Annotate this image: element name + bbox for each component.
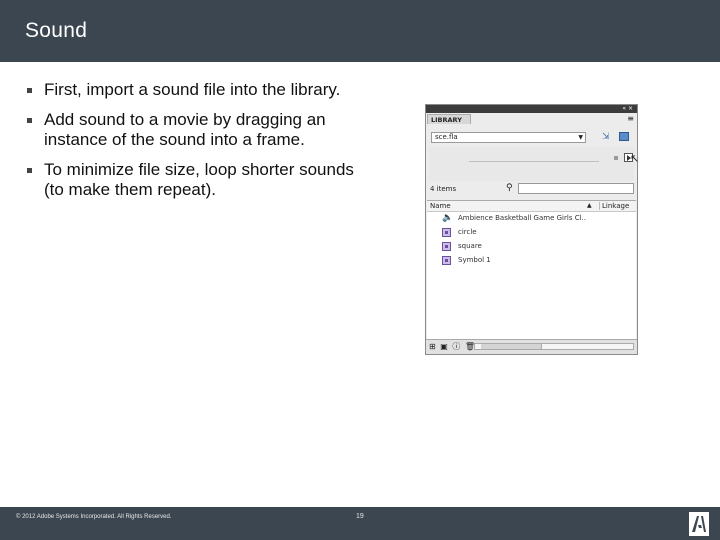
bullet-marker-icon: [27, 88, 32, 93]
document-select-value: sce.fla: [435, 133, 458, 141]
bullet-text: First, import a sound file into the libr…: [44, 80, 341, 99]
list-item[interactable]: circle: [427, 226, 636, 240]
search-input[interactable]: [518, 183, 634, 194]
bullet-list: First, import a sound file into the libr…: [24, 80, 364, 210]
new-library-panel-icon[interactable]: [619, 132, 629, 141]
horizontal-scrollbar[interactable]: [474, 343, 634, 350]
bullet-marker-icon: [27, 168, 32, 173]
preview-window: [429, 147, 634, 181]
bullet-text: To minimize file size, loop shorter soun…: [44, 160, 354, 199]
column-header-name[interactable]: Name: [430, 202, 451, 210]
toolbar-icons[interactable]: ⊞ ▣ ⓘ 🗑: [429, 342, 476, 351]
footer-bar: © 2012 Adobe Systems Incorporated. All R…: [0, 507, 720, 540]
copyright-text: © 2012 Adobe Systems Incorporated. All R…: [16, 514, 172, 520]
list-item-label: square: [458, 242, 482, 250]
slide-title: Sound: [25, 19, 88, 42]
movieclip-icon: [442, 228, 451, 237]
scrollbar-thumb[interactable]: [481, 344, 542, 349]
page-number: 19: [356, 513, 364, 520]
column-header-linkage[interactable]: Linkage: [599, 202, 629, 210]
title-bar: Sound: [0, 0, 720, 62]
list-item[interactable]: square: [427, 240, 636, 254]
panel-menu-icon[interactable]: ≡: [627, 115, 634, 123]
search-icon: ⚲: [506, 183, 513, 193]
bullet-text: Add sound to a movie by dragging an inst…: [44, 110, 326, 149]
bullet-item: First, import a sound file into the libr…: [24, 80, 364, 100]
bullet-marker-icon: [27, 118, 32, 123]
library-panel: « × LIBRARY ≡ sce.fla ▼ ⇲ ↖ 4 items ⚲ Na…: [425, 104, 640, 355]
item-count: 4 items: [430, 185, 457, 193]
chevron-down-icon: ▼: [578, 134, 583, 141]
movieclip-icon: [442, 242, 451, 251]
list-header: Name ▲ Linkage: [427, 201, 636, 212]
document-select[interactable]: sce.fla ▼: [431, 132, 586, 143]
mouse-pointer-icon: ↖: [630, 152, 640, 165]
pin-library-icon[interactable]: ⇲: [602, 132, 610, 142]
adobe-logo-icon: [689, 512, 709, 536]
list-item[interactable]: Symbol 1: [427, 254, 636, 268]
panel-bottom-toolbar: ⊞ ▣ ⓘ 🗑: [426, 339, 637, 354]
list-item-label: circle: [458, 228, 477, 236]
panel-top-bar: « ×: [426, 105, 637, 113]
bullet-item: To minimize file size, loop shorter soun…: [24, 160, 364, 200]
sort-arrow-icon: ▲: [587, 202, 592, 209]
library-tab[interactable]: LIBRARY: [427, 114, 471, 124]
sound-icon: 🔈: [442, 213, 454, 223]
list-item-label: Ambience Basketball Game Girls Cl..: [458, 214, 586, 222]
library-list: Name ▲ Linkage 🔈 Ambience Basketball Gam…: [427, 200, 636, 343]
waveform-line: [469, 161, 599, 162]
panel-window-controls[interactable]: « ×: [622, 105, 633, 113]
bullet-item: Add sound to a movie by dragging an inst…: [24, 110, 364, 150]
list-item[interactable]: 🔈 Ambience Basketball Game Girls Cl..: [427, 212, 636, 226]
stop-icon[interactable]: [614, 156, 618, 160]
list-item-label: Symbol 1: [458, 256, 491, 264]
movieclip-icon: [442, 256, 451, 265]
